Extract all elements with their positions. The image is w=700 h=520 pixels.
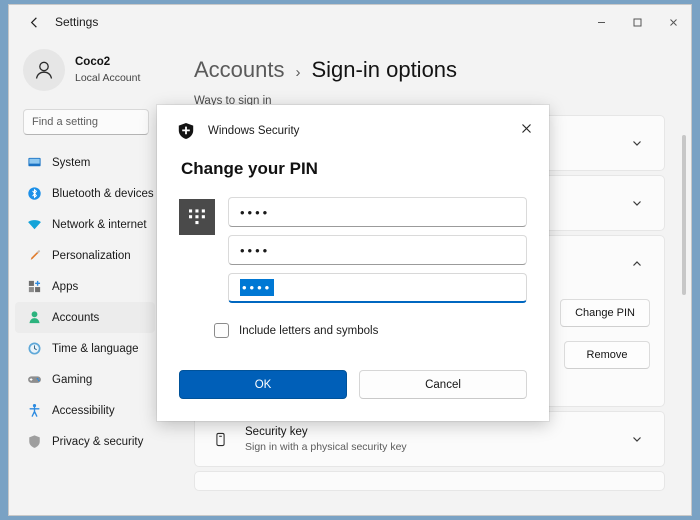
settings-window: Settings Coco2 Local Account Find a sett…: [8, 4, 692, 516]
include-letters-symbols-checkbox[interactable]: [214, 323, 229, 338]
change-pin-dialog: Windows Security Change your PIN •••• ••…: [157, 105, 549, 421]
include-letters-symbols-label: Include letters and symbols: [239, 324, 379, 337]
pin-fields: •••• •••• ••••: [215, 197, 527, 311]
dialog-body: •••• •••• ••••: [157, 179, 549, 311]
dialog-header: Windows Security: [157, 105, 549, 143]
dialog-overlay: Windows Security Change your PIN •••• ••…: [9, 5, 691, 515]
current-pin-field[interactable]: ••••: [228, 197, 527, 227]
new-pin-field[interactable]: ••••: [228, 235, 527, 265]
pin-keypad-icon: [179, 199, 215, 235]
ok-button[interactable]: OK: [179, 370, 347, 399]
cancel-button[interactable]: Cancel: [359, 370, 527, 399]
include-letters-symbols-row[interactable]: Include letters and symbols: [157, 311, 549, 338]
current-pin-value: ••••: [240, 204, 271, 220]
dialog-close-icon[interactable]: [513, 115, 539, 141]
dialog-app-name: Windows Security: [208, 124, 300, 137]
windows-security-shield-icon: [176, 121, 195, 140]
dialog-actions: OK Cancel: [179, 370, 527, 399]
dialog-title: Change your PIN: [181, 159, 318, 178]
new-pin-value: ••••: [240, 242, 271, 258]
confirm-pin-field[interactable]: ••••: [228, 273, 527, 303]
confirm-pin-value: ••••: [240, 279, 275, 296]
